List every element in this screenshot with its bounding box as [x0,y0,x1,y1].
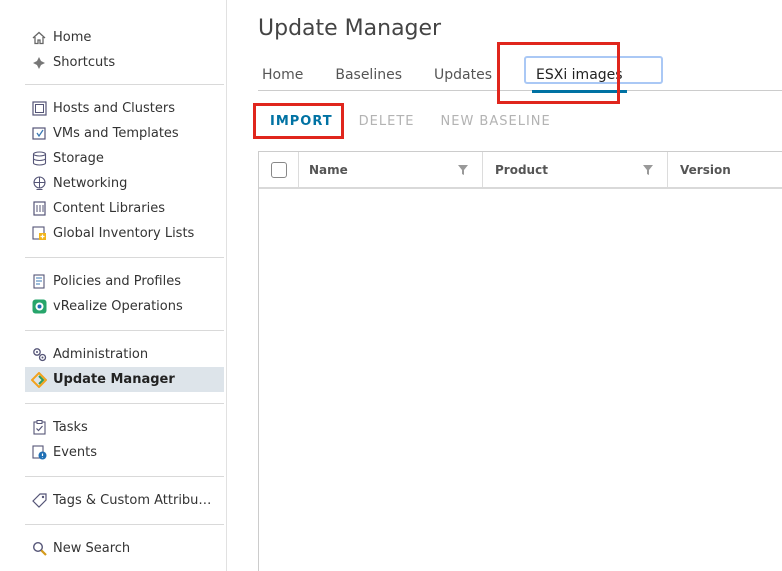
sidebar-item-label: Content Libraries [53,201,165,216]
esxi-images-highlight [497,42,620,104]
search-icon [31,541,47,557]
nav-group-general: Home Shortcuts [25,25,224,85]
sidebar-item-label: Networking [53,176,128,191]
sidebar-item-label: New Search [53,541,131,556]
sidebar-item-label: Tasks [53,420,88,435]
column-header-product[interactable]: Product [483,152,668,187]
tab-updates[interactable]: Updates [434,62,492,91]
administration-icon [31,347,47,363]
delete-button[interactable]: DELETE [359,111,415,133]
sidebar-item-label: Tags & Custom Attribu… [53,493,212,508]
global-inventory-icon [31,226,47,242]
nav-group-tags: Tags & Custom Attribu… [25,477,224,525]
sidebar-item-administration[interactable]: Administration [25,342,224,367]
sidebar-item-content-libraries[interactable]: Content Libraries [25,196,224,221]
sidebar-item-label: Events [53,445,98,460]
sidebar-item-global-inventory[interactable]: Global Inventory Lists [25,221,224,246]
sidebar-item-label: Administration [53,347,149,362]
select-all-cell [259,152,299,187]
nav-group-tasks: Tasks Events [25,404,224,477]
page-title: Update Manager [258,16,442,41]
sidebar-item-label: Shortcuts [53,55,116,70]
sidebar-item-label: Global Inventory Lists [53,226,195,241]
sidebar-nav: Home Shortcuts Hosts and Clusters VMs an… [0,0,227,571]
content-libraries-icon [31,201,47,217]
tags-icon [31,493,47,509]
nav-group-search: New Search [25,525,224,561]
tasks-icon [31,420,47,436]
tab-baselines[interactable]: Baselines [335,62,402,91]
sidebar-item-policies-profiles[interactable]: Policies and Profiles [25,269,224,294]
column-header-label: Version [680,162,731,177]
nav-group-policies: Policies and Profiles vRealize Operation… [25,258,224,331]
sidebar-item-label: Policies and Profiles [53,274,182,289]
column-header-label: Name [309,162,348,177]
sidebar-item-vrealize[interactable]: vRealize Operations [25,294,224,319]
hosts-clusters-icon [31,101,47,117]
sidebar-item-label: Update Manager [53,372,175,387]
sidebar-item-label: VMs and Templates [53,126,179,141]
storage-icon [31,151,47,167]
sidebar-item-vms-templates[interactable]: VMs and Templates [25,121,224,146]
sidebar-item-tags[interactable]: Tags & Custom Attribu… [25,488,224,513]
tab-home[interactable]: Home [262,62,303,91]
column-header-label: Product [495,162,548,177]
vrealize-icon [31,299,47,315]
column-header-name[interactable]: Name [299,152,483,187]
select-all-checkbox[interactable] [270,161,287,178]
filter-icon[interactable] [643,165,653,175]
sidebar-item-label: vRealize Operations [53,299,183,314]
shortcuts-icon [31,55,47,71]
filter-icon[interactable] [458,165,468,175]
vms-templates-icon [31,126,47,142]
update-manager-icon [31,371,47,388]
home-icon [31,30,47,46]
sidebar-item-label: Home [53,30,92,45]
grid-header: Name Product Version [259,152,782,189]
sidebar-item-networking[interactable]: Networking [25,171,224,196]
column-header-version[interactable]: Version [668,152,782,187]
main-content: Update Manager Home Baselines Updates ES… [228,0,782,571]
sidebar-item-events[interactable]: Events [25,440,224,465]
sidebar-item-label: Hosts and Clusters [53,101,176,116]
sidebar-item-home[interactable]: Home [25,25,224,50]
sidebar-item-storage[interactable]: Storage [25,146,224,171]
sidebar-item-hosts-clusters[interactable]: Hosts and Clusters [25,96,224,121]
nav-group-inventory: Hosts and Clusters VMs and Templates Sto… [25,85,224,258]
policies-icon [31,274,47,290]
nav-group-admin: Administration Update Manager [25,331,224,404]
sidebar-item-label: Storage [53,151,104,166]
events-icon [31,445,47,461]
sidebar-item-tasks[interactable]: Tasks [25,415,224,440]
new-baseline-button[interactable]: NEW BASELINE [441,111,551,133]
import-highlight [253,103,344,139]
esxi-images-grid: Name Product Version [258,151,782,571]
networking-icon [31,176,47,192]
sidebar-item-new-search[interactable]: New Search [25,536,224,561]
sidebar-item-shortcuts[interactable]: Shortcuts [25,50,224,75]
sidebar-item-update-manager[interactable]: Update Manager [25,367,224,392]
